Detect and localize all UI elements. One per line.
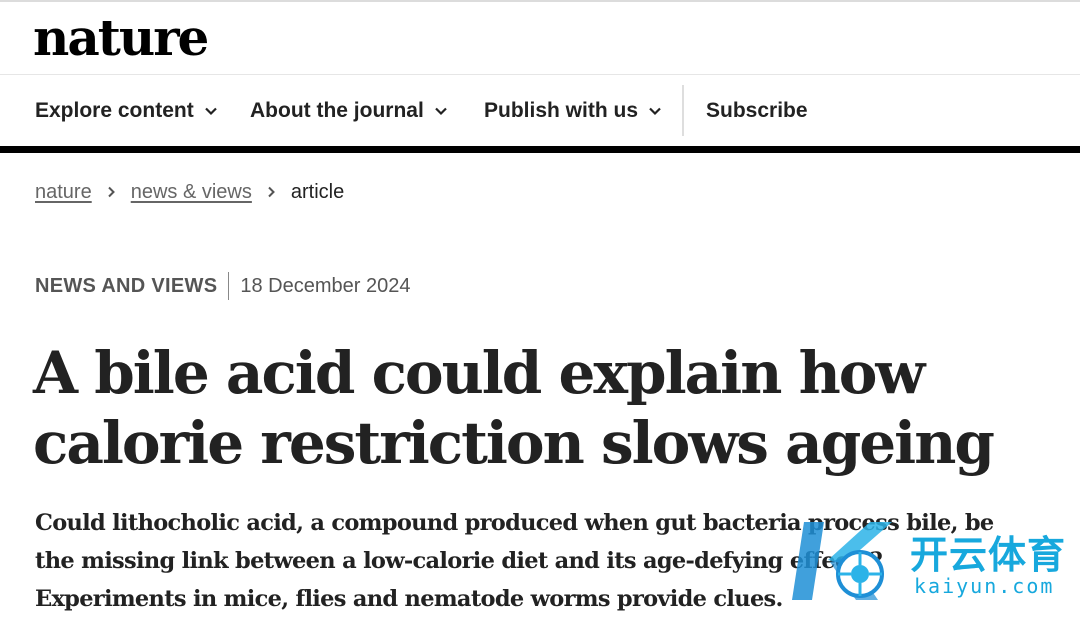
article-meta: NEWS AND VIEWS 18 December 2024 — [35, 271, 410, 301]
nav-label: About the journal — [250, 98, 424, 122]
breadcrumb-article: article — [290, 180, 345, 203]
subscribe-link[interactable]: Subscribe — [706, 75, 808, 146]
chevron-down-icon — [649, 107, 661, 115]
main-nav: Explore content About the journal Publis… — [0, 75, 1080, 146]
nav-publish-with-us[interactable]: Publish with us — [484, 75, 662, 146]
chevron-down-icon — [435, 107, 447, 115]
nav-label: Explore content — [35, 98, 194, 122]
breadcrumb: nature news & views article — [35, 176, 344, 208]
subscribe-label: Subscribe — [706, 98, 808, 122]
breadcrumb-nature[interactable]: nature — [35, 181, 92, 204]
article-date: 18 December 2024 — [240, 274, 411, 297]
watermark: 开云体育 kaiyun.com — [790, 516, 1080, 606]
chevron-right-icon — [268, 186, 275, 198]
chevron-down-icon — [204, 107, 217, 115]
nav-bottom-bar — [0, 146, 1080, 153]
article-title: A bile acid could explain how calorie re… — [33, 339, 995, 477]
meta-divider — [228, 272, 230, 300]
nature-logo[interactable]: nature — [33, 8, 209, 68]
nav-label: Publish with us — [484, 98, 639, 122]
chevron-right-icon — [108, 186, 115, 198]
watermark-text-cn: 开云体育 — [910, 533, 1067, 577]
nav-explore-content[interactable]: Explore content — [35, 75, 218, 146]
breadcrumb-news-views[interactable]: news & views — [131, 181, 252, 204]
nav-divider — [682, 85, 684, 136]
article-type[interactable]: NEWS AND VIEWS — [35, 275, 217, 298]
nav-about-the-journal[interactable]: About the journal — [250, 75, 448, 146]
site-header: nature — [0, 2, 1080, 75]
watermark-text-en: kaiyun.com — [914, 574, 1055, 598]
kaiyun-logo-icon — [792, 522, 892, 600]
